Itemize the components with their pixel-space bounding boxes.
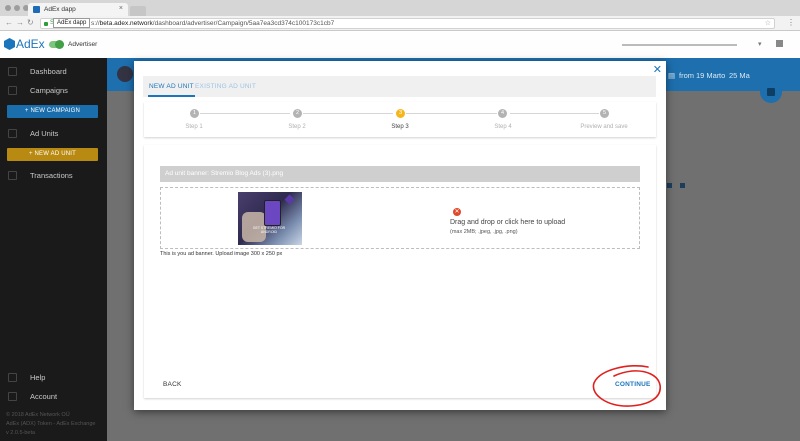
new-ad-unit-label: + NEW AD UNIT xyxy=(28,151,77,157)
url-prefix: s:// xyxy=(91,20,100,27)
sidebar-item-help[interactable]: Help xyxy=(0,369,107,387)
step-1-indicator: 1 xyxy=(190,109,199,118)
browser-menu-icon[interactable]: ⋮ xyxy=(787,18,795,27)
error-icon: ✕ xyxy=(453,208,461,216)
step-connector xyxy=(406,113,497,114)
browser-tab[interactable]: AdEx dapp × xyxy=(28,3,128,16)
sidebar-item-label: Help xyxy=(30,373,46,382)
url-host: beta.adex.network xyxy=(99,20,153,27)
sidebar-item-transactions[interactable]: Transactions xyxy=(0,167,107,185)
step-4-label: Step 4 xyxy=(494,124,512,130)
step-5-indicator: 5 xyxy=(600,109,609,118)
app-header: AdEx Advertiser ▾ xyxy=(0,31,800,58)
phone-shape xyxy=(264,200,281,226)
tab-close-icon[interactable]: × xyxy=(119,5,123,12)
calendar-icon: ▤ xyxy=(668,71,676,80)
new-campaign-label: + NEW CAMPAIGN xyxy=(24,108,81,114)
role-label: Advertiser xyxy=(68,41,98,48)
reload-icon[interactable]: ↻ xyxy=(27,18,34,27)
new-ad-unit-button[interactable]: + NEW AD UNIT xyxy=(7,148,98,161)
annotation-circle xyxy=(592,364,661,407)
stepper: 1 Step 1 2 Step 2 3 Step 3 4 Step 4 5 Pr… xyxy=(144,102,656,137)
save-fab-button[interactable] xyxy=(760,81,782,103)
step-2-indicator: 2 xyxy=(293,109,302,118)
back-arrow-icon[interactable]: ← xyxy=(5,18,13,27)
to-date: 25 Ma xyxy=(729,71,750,80)
back-button[interactable]: BACK xyxy=(163,381,182,388)
adex-logo-icon xyxy=(4,38,15,50)
help-icon xyxy=(8,373,17,382)
upload-panel: Ad unit banner: Stremio Blog Ads (3).png… xyxy=(144,145,656,398)
browser-tab-title: AdEx dapp xyxy=(44,6,76,13)
step-connector xyxy=(200,113,290,114)
minimize-window-icon[interactable] xyxy=(14,5,20,11)
from-date: 19 Mar xyxy=(696,71,720,80)
thumbnail-caption: GET STREMIO FOR ANDROID xyxy=(252,226,286,234)
to-label: to xyxy=(719,71,726,80)
account-address[interactable] xyxy=(622,44,737,46)
sidebar-item-dashboard[interactable]: Dashboard xyxy=(0,63,107,81)
step-4-indicator: 4 xyxy=(498,109,507,118)
step-3-label: Step 3 xyxy=(391,124,409,130)
close-icon[interactable]: ✕ xyxy=(653,63,662,76)
footer-copyright: © 2018 AdEx Network OÜ xyxy=(6,412,70,418)
sidebar-item-label: Campaigns xyxy=(30,86,68,95)
account-icon xyxy=(8,392,17,401)
banner-title: Ad unit banner: Stremio Blog Ads (3).png xyxy=(165,170,284,177)
sidebar-item-label: Transactions xyxy=(30,171,73,180)
role-toggle[interactable] xyxy=(49,40,64,49)
step-1-label: Step 1 xyxy=(185,124,203,130)
bookmark-star-icon[interactable]: ☆ xyxy=(765,19,771,27)
step-3-indicator: 3 xyxy=(396,109,405,118)
brand-name: AdEx xyxy=(16,37,45,51)
sidebar: Dashboard Campaigns + NEW CAMPAIGN Ad Un… xyxy=(0,58,107,441)
sidebar-item-account[interactable]: Account xyxy=(0,388,107,406)
transactions-icon xyxy=(8,171,17,180)
step-2-label: Step 2 xyxy=(288,124,306,130)
banner-title-bar: Ad unit banner: Stremio Blog Ads (3).png xyxy=(160,166,640,182)
dialog-tabs: NEW AD UNIT EXISTING AD UNIT xyxy=(143,76,656,97)
step-connector xyxy=(510,113,599,114)
lock-icon xyxy=(44,22,48,26)
sidebar-item-label: Ad Units xyxy=(30,129,59,138)
ad-units-icon xyxy=(8,129,17,138)
footer-version: v 2.0.5-beta xyxy=(6,430,36,436)
forward-arrow-icon[interactable]: → xyxy=(16,18,24,27)
address-bar: ← → ↻ Se AdEx dapp s://beta.adex.network… xyxy=(0,16,800,31)
step-connector xyxy=(303,113,393,114)
dropzone-text: Drag and drop or click here to upload xyxy=(450,219,566,226)
url-path: /dashboard/advertiser/Campaign/5aa7ea3cd… xyxy=(152,20,335,27)
stremio-logo-icon xyxy=(284,194,295,205)
new-ad-unit-dialog: ✕ NEW AD UNIT EXISTING AD UNIT 1 Step 1 … xyxy=(134,61,666,410)
footer-links: AdEx (ADX) Token - AdEx Exchange xyxy=(6,421,96,427)
sidebar-item-ad-units[interactable]: Ad Units xyxy=(0,125,107,143)
sidebar-item-label: Dashboard xyxy=(30,67,67,76)
url-text: s://beta.adex.network/dashboard/advertis… xyxy=(91,20,334,27)
tab-new-ad-unit[interactable]: NEW AD UNIT xyxy=(148,76,195,97)
adex-favicon-icon xyxy=(33,6,40,13)
new-campaign-button[interactable]: + NEW CAMPAIGN xyxy=(7,105,98,118)
tab-existing-ad-unit[interactable]: EXISTING AD UNIT xyxy=(195,76,256,97)
dashboard-icon xyxy=(8,67,17,76)
sidebar-item-label: Account xyxy=(30,392,58,401)
close-window-icon[interactable] xyxy=(5,5,11,11)
list-view-icon[interactable] xyxy=(680,183,685,188)
url-field[interactable]: Se AdEx dapp s://beta.adex.network/dashb… xyxy=(40,18,775,29)
upload-hint: This is you ad banner. Upload image 300 … xyxy=(160,251,283,257)
browser-tab-bar: AdEx dapp × xyxy=(0,0,800,16)
account-menu-icon[interactable] xyxy=(776,40,783,47)
new-tab-button[interactable] xyxy=(130,6,146,16)
campaigns-icon xyxy=(8,86,17,95)
step-5-label: Preview and save xyxy=(580,124,628,130)
view-toggle xyxy=(667,183,687,189)
dropzone-constraints: (max 2MB; .jpeg, .jpg, .png) xyxy=(450,229,518,235)
campaign-avatar xyxy=(117,66,133,82)
tab-tooltip: AdEx dapp xyxy=(53,18,91,28)
banner-thumbnail: GET STREMIO FOR ANDROID xyxy=(238,192,302,245)
from-label: from xyxy=(679,71,694,80)
sidebar-item-campaigns[interactable]: Campaigns xyxy=(0,82,107,100)
grid-view-icon[interactable] xyxy=(667,183,672,188)
account-dropdown-icon[interactable]: ▾ xyxy=(758,40,762,48)
upload-dropzone[interactable]: GET STREMIO FOR ANDROID ✕ Drag and drop … xyxy=(160,187,640,249)
